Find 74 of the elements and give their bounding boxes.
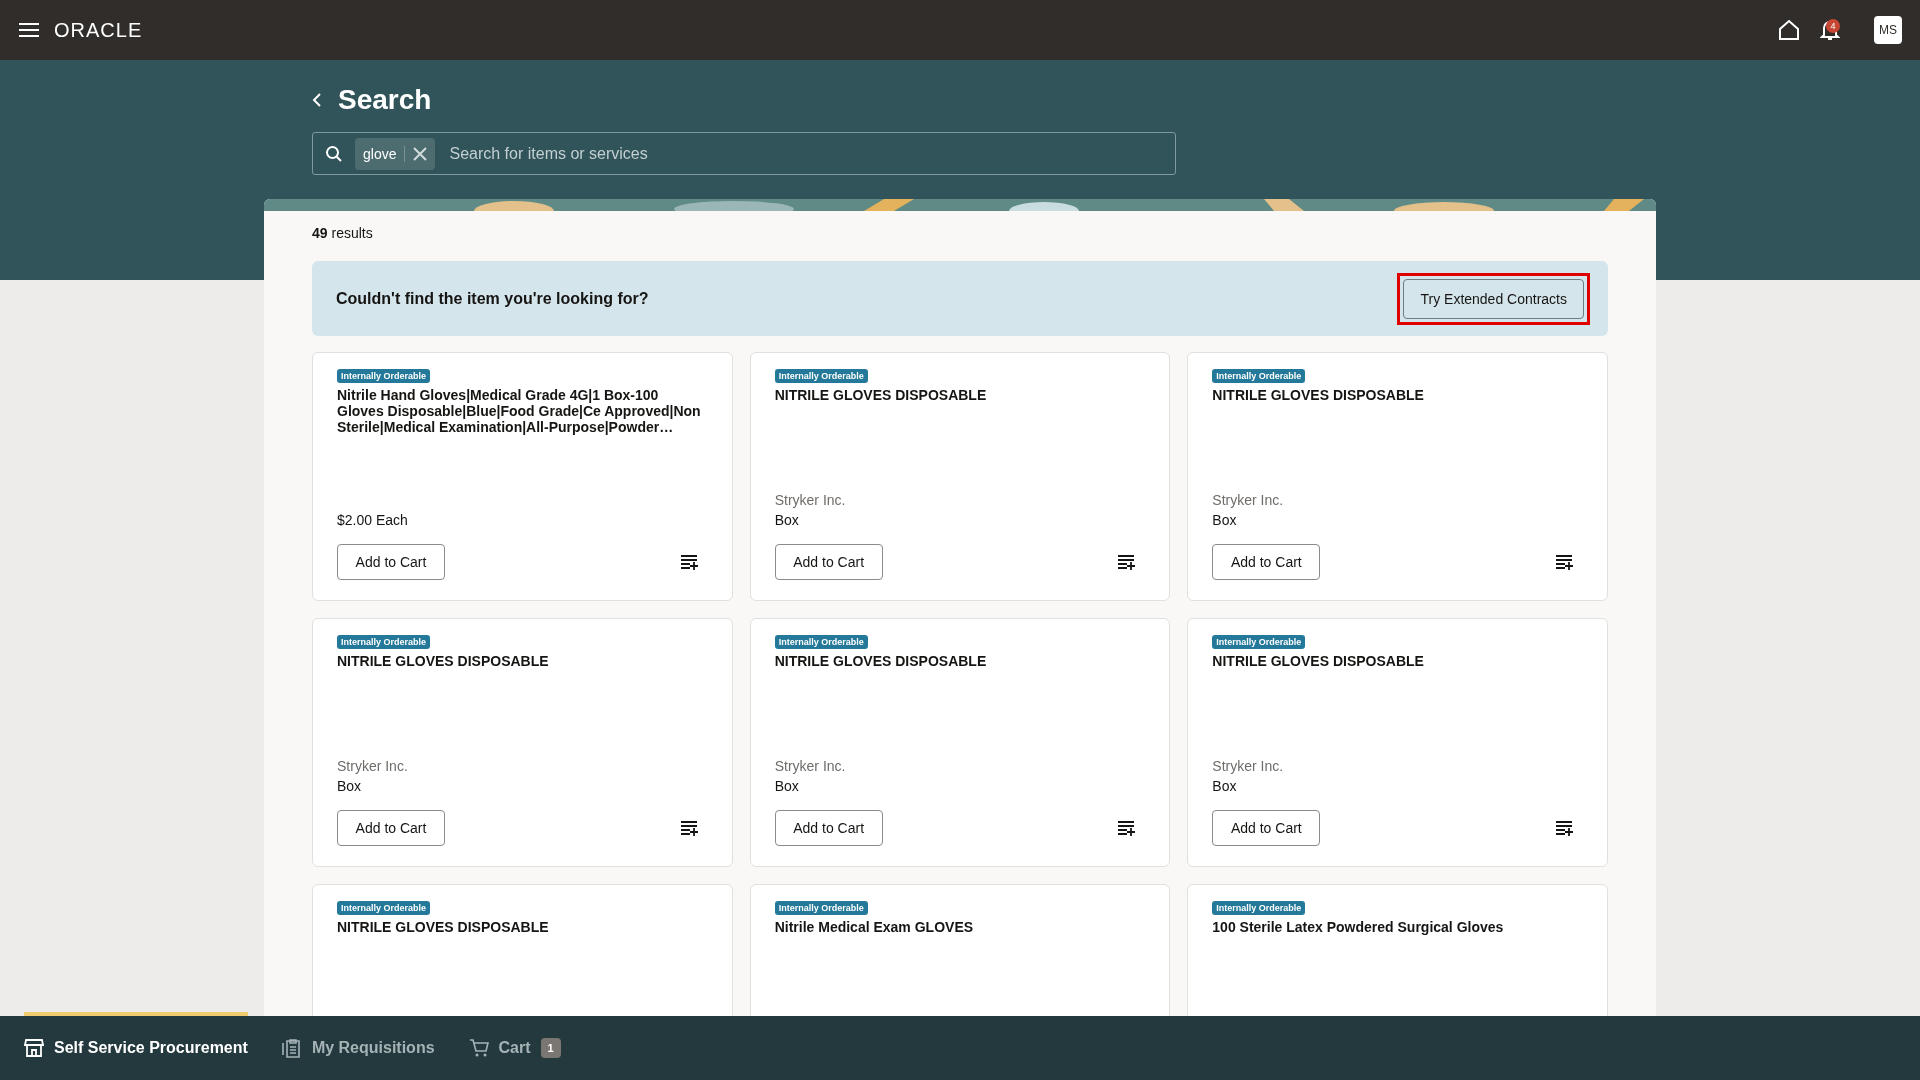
banner-message: Couldn't find the item you're looking for? <box>336 289 649 308</box>
unit-of-measure: Box <box>774 512 800 528</box>
status-badge: Internally Orderable <box>337 635 431 649</box>
add-to-list-button[interactable] <box>679 820 698 836</box>
status-badge: Internally Orderable <box>337 369 431 383</box>
add-to-list-icon <box>1555 554 1573 570</box>
add-to-list-icon <box>679 554 698 570</box>
product-title[interactable]: NITRILE GLOVES DISPOSABLE <box>774 387 1146 403</box>
product-title[interactable]: NITRILE GLOVES DISPOSABLE <box>337 919 708 935</box>
menu-button[interactable] <box>18 22 40 38</box>
status-badge: Internally Orderable <box>337 901 431 915</box>
supplier-name: Stryker Inc. <box>1212 758 1285 774</box>
user-avatar[interactable]: MS <box>1874 16 1902 44</box>
back-icon <box>312 92 322 108</box>
notifications-button[interactable]: 4 <box>1820 19 1840 41</box>
store-icon <box>24 1038 44 1058</box>
product-title[interactable]: NITRILE GLOVES DISPOSABLE <box>1212 653 1583 669</box>
product-title[interactable]: 100 Sterile Latex Powdered Surgical Gloves <box>1212 919 1583 935</box>
nav-tab[interactable]: Self Service Procurement <box>24 1016 248 1080</box>
results-count: 49 results <box>312 225 374 241</box>
add-to-cart-button[interactable]: Add to Cart <box>774 544 883 580</box>
product-title[interactable]: Nitrile Hand Gloves|Medical Grade 4G|1 Box-100 Gloves Disposable|Blue|Food Grade|Ce Approved|Non Sterile|Medical Examination|All-Purpose|Powder… <box>337 387 708 435</box>
clipboard-icon <box>281 1038 302 1058</box>
close-icon <box>413 146 428 161</box>
menu-icon <box>18 22 40 38</box>
status-badge: Internally Orderable <box>1212 635 1306 649</box>
remove-chip-button[interactable] <box>413 146 428 161</box>
add-to-list-button[interactable] <box>1117 554 1136 570</box>
status-badge: Internally Orderable <box>774 635 868 649</box>
status-badge: Internally Orderable <box>1212 369 1306 383</box>
add-to-list-icon <box>1117 554 1136 570</box>
cart-count-badge: 1 <box>540 1038 561 1058</box>
add-to-list-button[interactable] <box>1555 820 1573 836</box>
extended-contracts-button[interactable]: Try Extended Contracts <box>1403 278 1584 319</box>
search-field[interactable]: glove Search for items or services <box>312 132 1176 175</box>
product-price: $2.00 Each <box>337 512 409 528</box>
search-chip[interactable]: glove <box>355 137 436 170</box>
add-to-list-icon <box>679 820 698 836</box>
add-to-cart-button[interactable]: Add to Cart <box>337 544 445 580</box>
nav-tab[interactable]: My Requisitions <box>281 1016 435 1080</box>
home-icon <box>1778 19 1800 41</box>
nav-tab[interactable]: Cart 1 <box>468 1016 561 1080</box>
product-title[interactable]: NITRILE GLOVES DISPOSABLE <box>1212 387 1583 403</box>
status-badge: Internally Orderable <box>774 369 868 383</box>
home-button[interactable] <box>1778 19 1800 41</box>
add-to-list-icon <box>1117 820 1136 836</box>
unit-of-measure: Box <box>774 778 800 794</box>
back-button[interactable] <box>312 92 322 108</box>
supplier-name: Stryker Inc. <box>1212 492 1285 508</box>
supplier-name: Stryker Inc. <box>774 492 847 508</box>
supplier-name: Stryker Inc. <box>337 758 409 774</box>
status-badge: Internally Orderable <box>1212 901 1306 915</box>
oracle-logo[interactable]: ORACLE <box>54 18 143 42</box>
add-to-list-button[interactable] <box>679 554 698 570</box>
add-to-cart-button[interactable]: Add to Cart <box>337 810 445 846</box>
add-to-list-button[interactable] <box>1555 554 1573 570</box>
cart-icon <box>468 1038 489 1058</box>
status-badge: Internally Orderable <box>774 901 868 915</box>
add-to-cart-button[interactable]: Add to Cart <box>1212 544 1321 580</box>
notification-count: 4 <box>1826 19 1840 33</box>
product-title[interactable]: NITRILE GLOVES DISPOSABLE <box>337 653 708 669</box>
search-icon <box>325 144 343 163</box>
unit-of-measure: Box <box>1212 512 1238 528</box>
add-to-list-button[interactable] <box>1117 820 1136 836</box>
page-title: Search <box>338 84 432 116</box>
add-to-cart-button[interactable]: Add to Cart <box>1212 810 1321 846</box>
chip-label: glove <box>363 145 406 162</box>
add-to-cart-button[interactable]: Add to Cart <box>774 810 883 846</box>
unit-of-measure: Box <box>1212 778 1238 794</box>
unit-of-measure: Box <box>337 778 363 794</box>
add-to-list-icon <box>1555 820 1573 836</box>
product-title[interactable]: Nitrile Medical Exam GLOVES <box>774 919 1146 935</box>
product-title[interactable]: NITRILE GLOVES DISPOSABLE <box>774 653 1146 669</box>
supplier-name: Stryker Inc. <box>774 758 847 774</box>
